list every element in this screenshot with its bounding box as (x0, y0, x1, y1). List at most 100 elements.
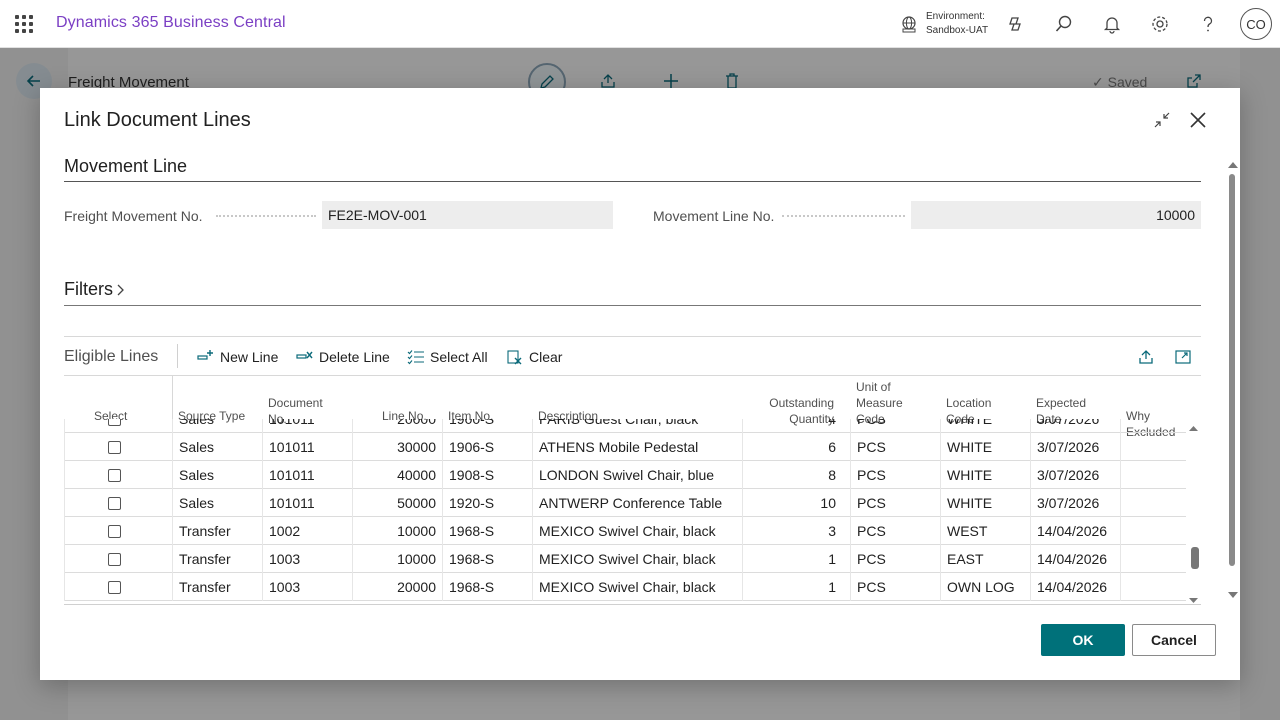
cell-document-no[interactable]: 101011 (262, 461, 352, 489)
select-checkbox[interactable] (108, 497, 121, 510)
clear-button[interactable]: Clear (506, 346, 562, 368)
search-icon[interactable] (1052, 12, 1076, 36)
new-line-button[interactable]: New Line (197, 346, 278, 368)
cell-date[interactable]: 14/04/2026 (1030, 545, 1120, 573)
cell-uom[interactable]: PCS (850, 461, 940, 489)
cell-source-type[interactable]: Transfer (172, 573, 262, 601)
cell-item-no[interactable]: 1968-S (442, 545, 532, 573)
cell-date[interactable]: 3/07/2026 (1030, 461, 1120, 489)
cell-item-no[interactable]: 1968-S (442, 517, 532, 545)
cell-item-no[interactable]: 1968-S (442, 573, 532, 601)
cell-description[interactable]: LONDON Swivel Chair, blue (532, 461, 742, 489)
freight-movement-no-field[interactable]: FE2E-MOV-001 (322, 201, 613, 229)
cell-line-no[interactable]: 20000 (352, 573, 442, 601)
app-launcher-icon[interactable] (15, 15, 33, 33)
cell-why-excluded[interactable] (1120, 489, 1186, 517)
cell-date[interactable]: 3/07/2026 (1030, 419, 1120, 433)
cell-why-excluded[interactable] (1120, 419, 1186, 433)
cell-item-no[interactable]: 1900-S (442, 419, 532, 433)
cell-uom[interactable]: PCS (850, 433, 940, 461)
share-icon[interactable] (1135, 346, 1157, 368)
cell-date[interactable]: 14/04/2026 (1030, 573, 1120, 601)
ok-button[interactable]: OK (1041, 624, 1125, 656)
settings-gear-icon[interactable] (1148, 12, 1172, 36)
cell-source-type[interactable]: Sales (172, 461, 262, 489)
cell-uom[interactable]: PCS (850, 573, 940, 601)
table-row[interactable]: Sales 101011 50000 1920-S ANTWERP Conference… (64, 489, 1186, 517)
filters-section-toggle[interactable]: Filters (64, 279, 127, 300)
cell-line-no[interactable]: 50000 (352, 489, 442, 517)
cell-line-no[interactable]: 10000 (352, 545, 442, 573)
select-all-button[interactable]: Select All (407, 346, 488, 368)
close-icon[interactable] (1186, 108, 1210, 132)
delete-line-button[interactable]: Delete Line (296, 346, 390, 368)
dialog-scroll-up-icon[interactable] (1227, 160, 1239, 170)
cell-uom[interactable]: PCS (850, 545, 940, 573)
cell-why-excluded[interactable] (1120, 517, 1186, 545)
cell-why-excluded[interactable] (1120, 545, 1186, 573)
movement-line-section-title[interactable]: Movement Line (64, 156, 187, 177)
cell-description[interactable]: MEXICO Swivel Chair, black (532, 545, 742, 573)
cell-date[interactable]: 3/07/2026 (1030, 433, 1120, 461)
cell-date[interactable]: 14/04/2026 (1030, 517, 1120, 545)
eligible-lines-title[interactable]: Eligible Lines (64, 348, 158, 366)
cell-location[interactable]: WHITE (940, 419, 1030, 433)
table-row[interactable]: Transfer 1003 10000 1968-S MEXICO Swivel Cha… (64, 545, 1186, 573)
cell-location[interactable]: WHITE (940, 461, 1030, 489)
table-row[interactable]: Sales 101011 40000 1908-S LONDON Swivel Chai… (64, 461, 1186, 489)
cell-document-no[interactable]: 101011 (262, 433, 352, 461)
cell-document-no[interactable]: 101011 (262, 419, 352, 433)
cell-why-excluded[interactable] (1120, 573, 1186, 601)
cell-qty[interactable]: 10 (742, 489, 842, 517)
cell-qty[interactable]: 3 (742, 517, 842, 545)
cell-item-no[interactable]: 1920-S (442, 489, 532, 517)
cell-line-no[interactable]: 40000 (352, 461, 442, 489)
cell-why-excluded[interactable] (1120, 433, 1186, 461)
cell-location[interactable]: WHITE (940, 489, 1030, 517)
table-row[interactable]: Transfer 1002 10000 1968-S MEXICO Swivel Cha… (64, 517, 1186, 545)
dialog-scrollbar[interactable] (1227, 160, 1239, 600)
cell-source-type[interactable]: Transfer (172, 517, 262, 545)
cell-source-type[interactable]: Sales (172, 433, 262, 461)
cell-document-no[interactable]: 101011 (262, 489, 352, 517)
cancel-button[interactable]: Cancel (1132, 624, 1216, 656)
cell-description[interactable]: ATHENS Mobile Pedestal (532, 433, 742, 461)
cell-qty[interactable]: 4 (742, 419, 842, 433)
movement-line-no-field[interactable]: 10000 (911, 201, 1201, 229)
cell-document-no[interactable]: 1003 (262, 545, 352, 573)
grid-scrollbar[interactable] (1186, 419, 1201, 605)
copilot-icon[interactable] (1004, 12, 1028, 36)
cell-qty[interactable]: 1 (742, 573, 842, 601)
cell-item-no[interactable]: 1906-S (442, 433, 532, 461)
cell-qty[interactable]: 1 (742, 545, 842, 573)
cell-location[interactable]: OWN LOG (940, 573, 1030, 601)
select-checkbox[interactable] (108, 441, 121, 454)
app-title[interactable]: Dynamics 365 Business Central (56, 14, 286, 32)
cell-uom[interactable]: PCS (850, 489, 940, 517)
cell-uom[interactable]: PCS (850, 419, 940, 433)
cell-description[interactable]: PARIS Guest Chair, black (532, 419, 742, 433)
environment-info[interactable]: Environment: Sandbox-UAT (926, 10, 988, 38)
cell-source-type[interactable]: Sales (172, 419, 262, 433)
cell-location[interactable]: WEST (940, 517, 1030, 545)
cell-qty[interactable]: 6 (742, 433, 842, 461)
user-avatar[interactable]: CO (1240, 8, 1272, 40)
cell-line-no[interactable]: 10000 (352, 517, 442, 545)
cell-source-type[interactable]: Sales (172, 489, 262, 517)
select-checkbox[interactable] (108, 419, 121, 426)
select-checkbox[interactable] (108, 525, 121, 538)
dialog-scrollbar-thumb[interactable] (1229, 174, 1235, 566)
table-row[interactable]: Sales 101011 30000 1906-S ATHENS Mobile Pede… (64, 433, 1186, 461)
scroll-down-arrow-icon[interactable] (1186, 597, 1201, 605)
cell-description[interactable]: MEXICO Swivel Chair, black (532, 573, 742, 601)
cell-location[interactable]: EAST (940, 545, 1030, 573)
cell-document-no[interactable]: 1003 (262, 573, 352, 601)
scroll-up-arrow-icon[interactable] (1186, 423, 1201, 433)
cell-location[interactable]: WHITE (940, 433, 1030, 461)
cell-source-type[interactable]: Transfer (172, 545, 262, 573)
select-checkbox[interactable] (108, 469, 121, 482)
cell-description[interactable]: MEXICO Swivel Chair, black (532, 517, 742, 545)
notifications-bell-icon[interactable] (1100, 12, 1124, 36)
table-row[interactable]: Sales 101011 20000 1900-S PARIS Guest Chair,… (64, 419, 1186, 433)
grid-scrollbar-thumb[interactable] (1191, 547, 1199, 569)
